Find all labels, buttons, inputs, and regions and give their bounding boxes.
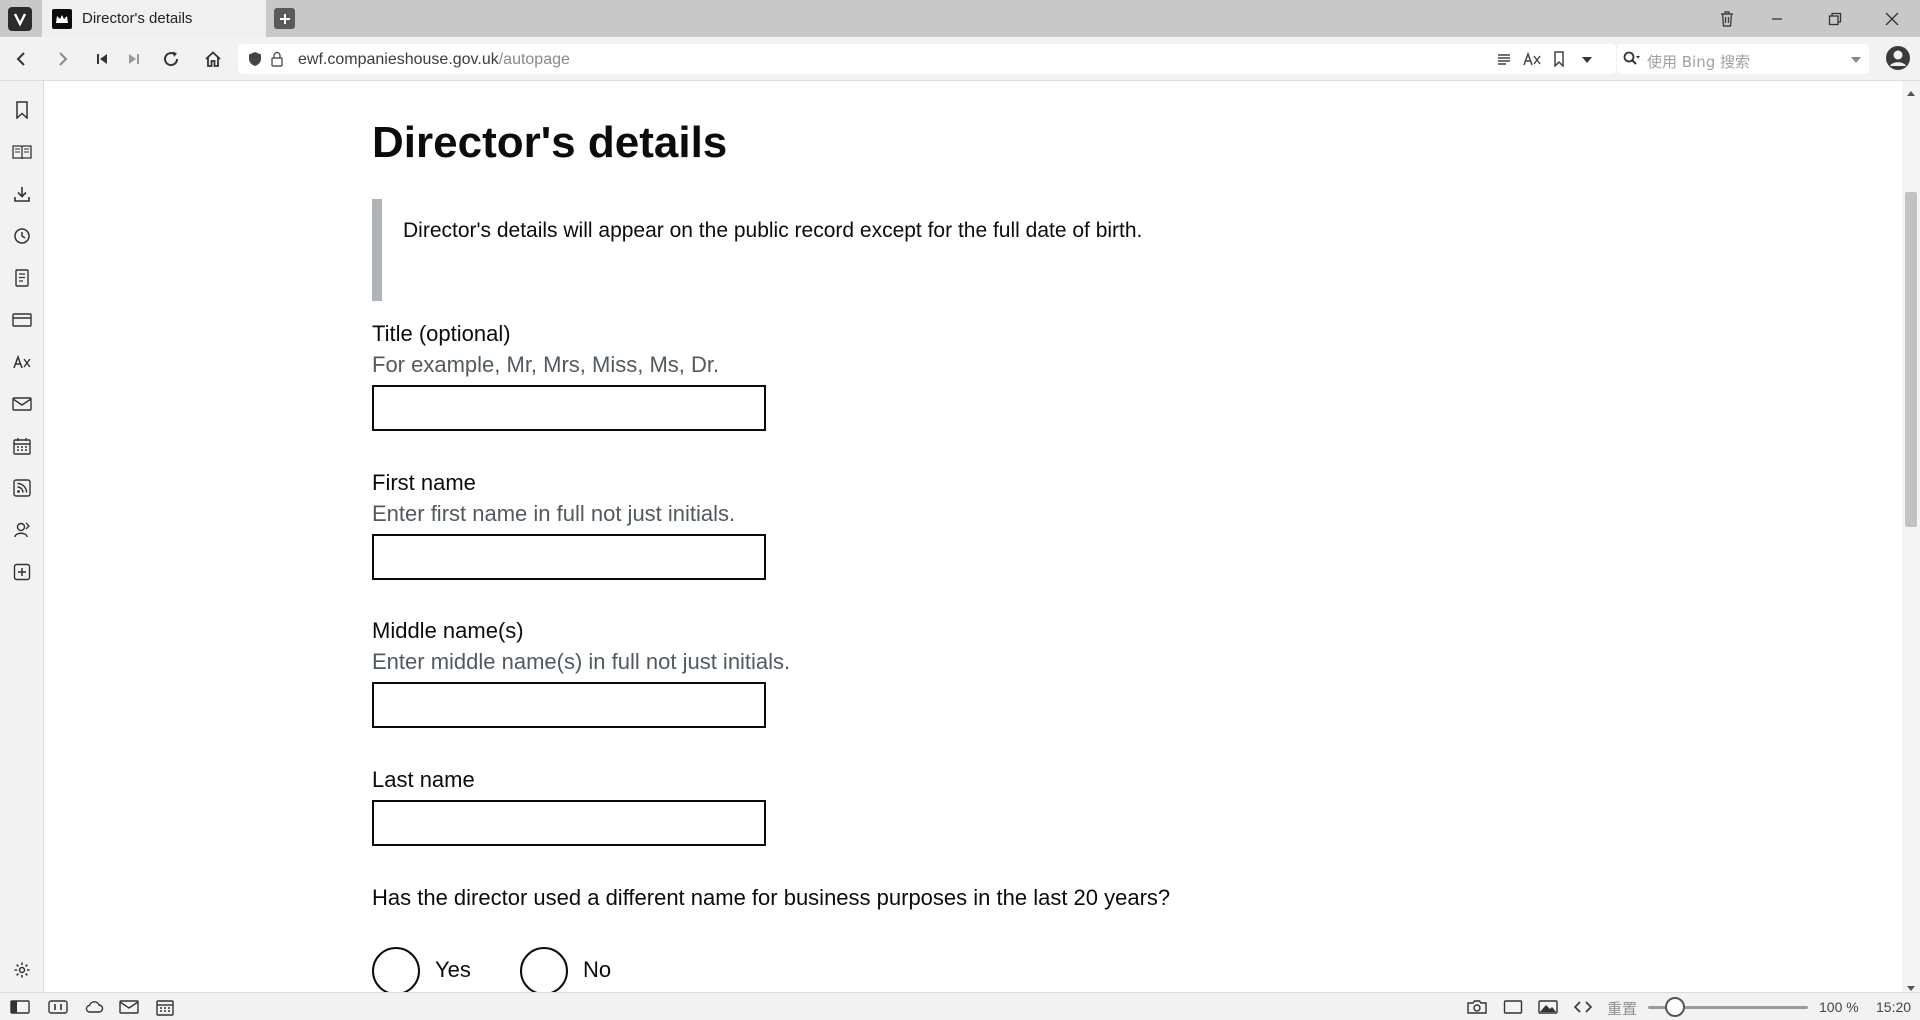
first-name-input[interactable] — [372, 534, 766, 580]
new-tab-icon[interactable] — [274, 8, 295, 29]
middle-name-input[interactable] — [372, 682, 766, 728]
translate-icon[interactable] — [10, 350, 34, 374]
zoom-reset-button[interactable]: 重置 — [1607, 998, 1637, 1019]
minimize-icon[interactable] — [1755, 0, 1799, 37]
title-input[interactable] — [372, 385, 766, 431]
restore-icon[interactable] — [1813, 0, 1857, 37]
home-icon[interactable] — [200, 46, 226, 72]
calendar-icon[interactable] — [10, 434, 34, 458]
page-scrollbar[interactable] — [1902, 81, 1920, 992]
close-icon[interactable] — [1870, 0, 1914, 37]
search-icon — [1623, 51, 1641, 72]
chevron-down-icon[interactable] — [1581, 53, 1593, 71]
crown-favicon-icon — [52, 8, 72, 29]
sync-cloud-icon[interactable] — [84, 997, 104, 1017]
reading-list-icon[interactable] — [10, 140, 34, 164]
chevron-down-icon[interactable] — [1850, 53, 1862, 71]
search-placeholder: 使用 Bing 搜索 — [1647, 53, 1751, 71]
no-radio[interactable] — [520, 947, 568, 992]
translate-icon[interactable] — [1523, 51, 1541, 72]
side-panel — [0, 81, 44, 992]
middle-name-label: Middle name(s) — [372, 618, 524, 643]
forward-icon[interactable] — [50, 46, 76, 72]
active-tab[interactable]: Director's details — [42, 0, 266, 37]
scroll-up-icon[interactable] — [1906, 84, 1916, 102]
bookmark-icon[interactable] — [1553, 51, 1565, 72]
contacts-icon[interactable] — [10, 518, 34, 542]
yes-radio[interactable] — [372, 947, 420, 992]
reload-icon[interactable] — [158, 46, 184, 72]
yes-radio-label[interactable]: Yes — [435, 957, 471, 983]
status-bar: 重置 100 % 15:20 — [0, 992, 1920, 1020]
mail-icon[interactable] — [119, 997, 139, 1017]
vivaldi-logo-icon[interactable] — [8, 7, 32, 31]
trash-icon[interactable] — [1705, 0, 1749, 37]
mail-icon[interactable] — [10, 392, 34, 416]
address-bar-row: ewf.companieshouse.gov.uk/autopage 使用 Bi… — [0, 37, 1920, 81]
clock: 15:20 — [1876, 999, 1912, 1015]
window-icon[interactable] — [10, 308, 34, 332]
image-icon[interactable] — [1538, 997, 1558, 1017]
zoom-slider-thumb[interactable] — [1665, 997, 1686, 1017]
different-name-question: Has the director used a different name f… — [372, 885, 1171, 910]
title-hint: For example, Mr, Mrs, Miss, Ms, Dr. — [372, 352, 720, 377]
url-text[interactable]: ewf.companieshouse.gov.uk/autopage — [298, 51, 570, 69]
first-name-hint: Enter first name in full not just initia… — [372, 501, 736, 526]
add-panel-icon[interactable] — [10, 560, 34, 584]
window-icon[interactable] — [1503, 997, 1523, 1017]
capture-icon[interactable] — [1467, 997, 1487, 1017]
tab-tiling-icon[interactable] — [48, 997, 68, 1017]
page-content: Director's details Director's details wi… — [44, 81, 1902, 992]
profile-icon[interactable] — [1885, 45, 1911, 76]
back-icon[interactable] — [8, 46, 34, 72]
calendar-icon[interactable] — [155, 997, 175, 1017]
fast-forward-icon[interactable] — [121, 46, 147, 72]
downloads-icon[interactable] — [10, 182, 34, 206]
search-field[interactable]: 使用 Bing 搜索 — [1617, 44, 1869, 74]
url-path: /autopage — [498, 51, 570, 68]
feeds-icon[interactable] — [10, 476, 34, 500]
title-label: Title (optional) — [372, 321, 511, 346]
rewind-icon[interactable] — [89, 46, 115, 72]
url-host: ewf.companieshouse.gov.uk — [298, 51, 499, 68]
inset-text: Director's details will appear on the pu… — [372, 199, 1162, 301]
scroll-thumb[interactable] — [1905, 192, 1917, 527]
page-title: Director's details — [372, 118, 728, 167]
tab-title: Director's details — [82, 10, 193, 27]
shield-icon[interactable] — [248, 51, 262, 72]
last-name-input[interactable] — [372, 800, 766, 846]
no-radio-label[interactable]: No — [583, 957, 611, 983]
settings-icon[interactable] — [10, 958, 34, 982]
notes-icon[interactable] — [10, 266, 34, 290]
history-icon[interactable] — [10, 224, 34, 248]
lock-icon[interactable] — [271, 51, 283, 72]
zoom-level: 100 % — [1819, 999, 1859, 1015]
last-name-label: Last name — [372, 767, 475, 792]
tab-bar: Director's details — [0, 0, 1920, 37]
reader-view-icon[interactable] — [1496, 51, 1512, 72]
url-field[interactable]: ewf.companieshouse.gov.uk/autopage — [238, 44, 1616, 74]
code-icon[interactable] — [1573, 997, 1593, 1017]
middle-name-hint: Enter middle name(s) in full not just in… — [372, 649, 791, 674]
bookmarks-icon[interactable] — [10, 98, 34, 122]
first-name-label: First name — [372, 470, 476, 495]
panel-toggle-icon[interactable] — [10, 997, 30, 1017]
